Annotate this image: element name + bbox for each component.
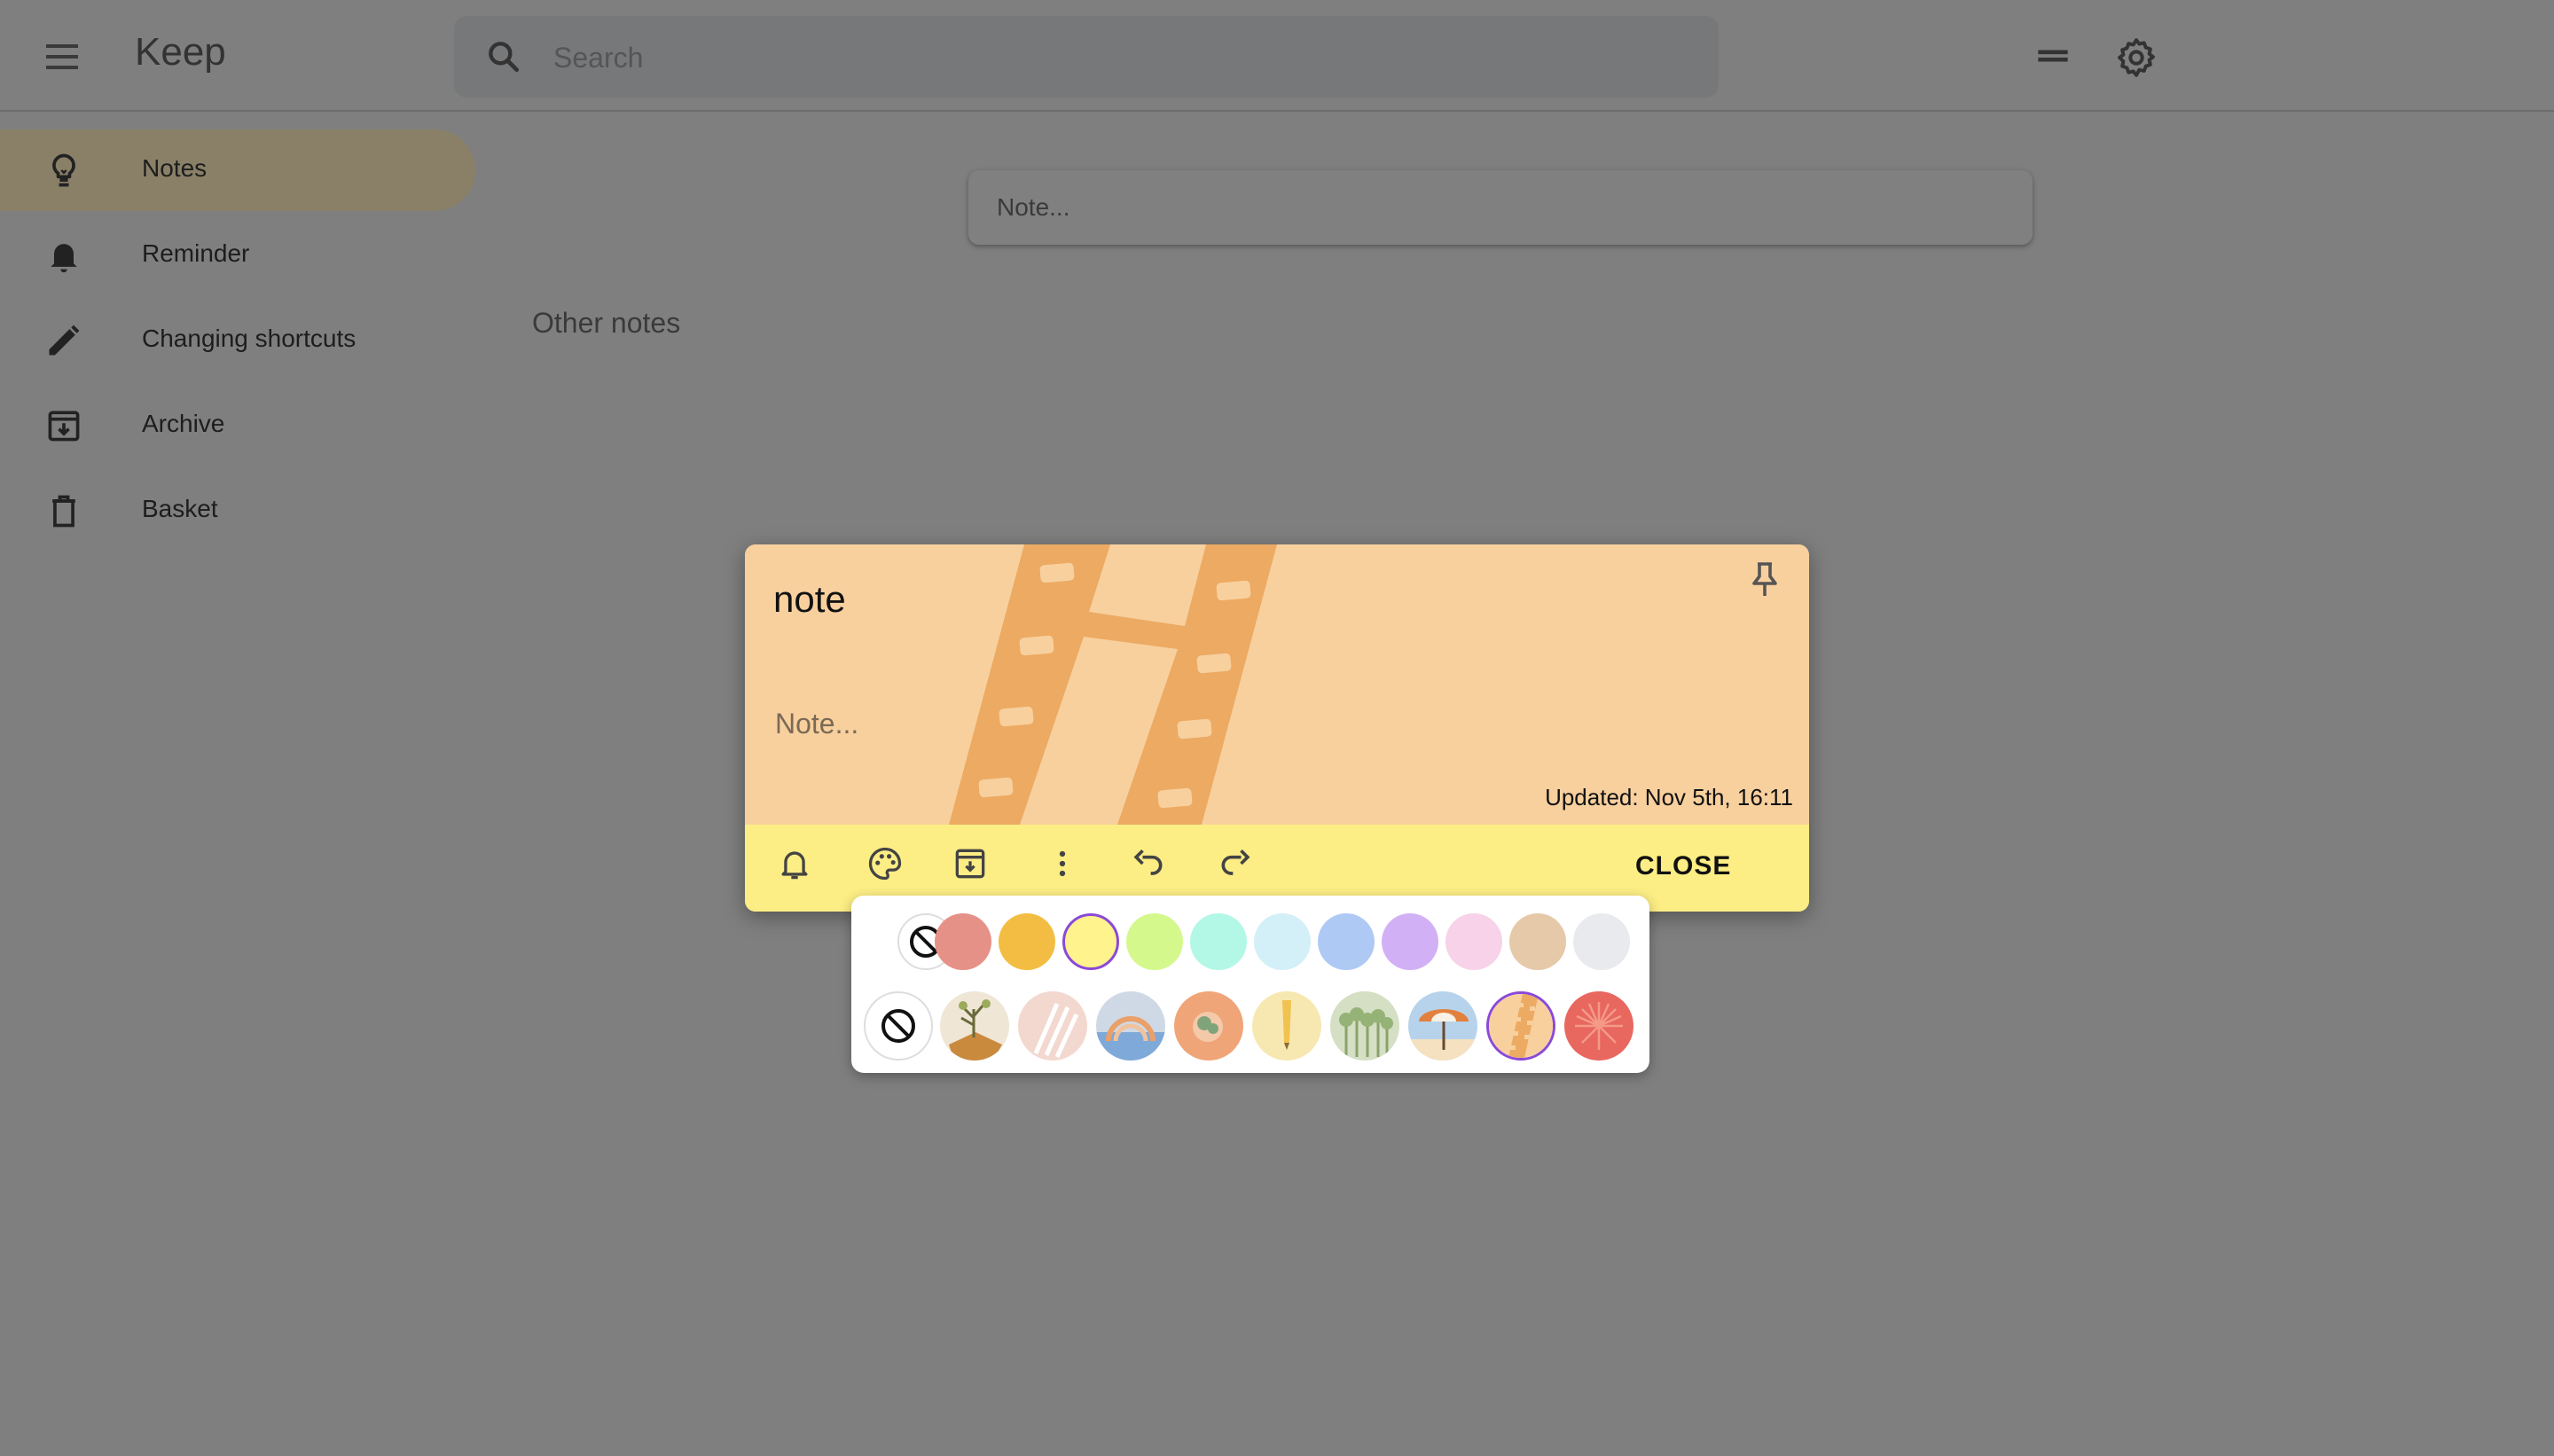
background-travel-swatch[interactable] [1408,991,1477,1061]
color-palette-popup [851,896,1649,1073]
color-teal-swatch[interactable] [1190,913,1247,970]
sidebar-item-notes[interactable]: Notes [0,129,475,211]
color-dark-blue-swatch[interactable] [1318,913,1375,970]
trash-icon [44,491,83,530]
sidebar-item-changing-shortcuts[interactable]: Changing shortcuts [0,300,475,381]
color-green-swatch[interactable] [1126,913,1183,970]
color-blue-swatch[interactable] [1254,913,1311,970]
list-view-icon[interactable] [2031,34,2075,78]
color-pink-swatch[interactable] [1445,913,1502,970]
top-app-bar: Keep [0,0,2554,112]
film-strip-background [745,544,1809,825]
archive-icon [44,406,83,445]
note-title[interactable]: note [773,578,846,621]
sidebar-item-basket[interactable]: Basket [0,470,475,552]
archive-icon[interactable] [951,844,990,883]
close-button[interactable]: CLOSE [1635,851,1731,881]
note-editor-dialog: note Note... Updated: Nov 5th, 16:11 CLO… [745,544,1809,912]
note-body-input[interactable]: Note... [775,708,858,740]
background-music-swatch[interactable] [1096,991,1165,1061]
take-note-placeholder: Note... [997,193,1070,221]
redo-icon[interactable] [1217,844,1256,883]
color-yellow-swatch[interactable] [1062,913,1119,970]
color-gray-swatch[interactable] [1573,913,1630,970]
app-title: Keep [135,30,226,74]
sidebar-item-label: Reminder [142,239,250,267]
sidebar-item-reminder[interactable]: Reminder [0,215,475,296]
search-input[interactable] [552,34,1690,82]
bell-icon[interactable] [775,844,814,883]
sidebar-item-archive[interactable]: Archive [0,385,475,466]
sidebar-item-label: Archive [142,410,225,437]
bell-icon [44,236,83,275]
color-red-swatch[interactable] [935,913,991,970]
menu-icon[interactable] [41,35,83,78]
background-video-swatch[interactable] [1486,991,1555,1061]
search-bar[interactable] [454,16,1719,98]
color-brown-swatch[interactable] [1509,913,1566,970]
pencil-icon [44,321,83,360]
background-places-swatch[interactable] [1330,991,1399,1061]
search-icon[interactable] [484,37,523,76]
background-celebration-swatch[interactable] [1564,991,1633,1061]
sidebar-item-label: Notes [142,154,208,182]
updated-timestamp: Updated: Nov 5th, 16:11 [1545,784,1793,810]
gear-icon[interactable] [2114,35,2158,80]
background-food-swatch[interactable] [1018,991,1087,1061]
palette-icon[interactable] [866,844,905,883]
more-vert-icon[interactable] [1043,844,1082,883]
undo-icon[interactable] [1128,844,1167,883]
background-recipes-swatch[interactable] [1174,991,1243,1061]
background-groceries-swatch[interactable] [940,991,1009,1061]
section-title: Other notes [532,307,681,339]
background-none-swatch[interactable] [864,991,933,1061]
color-purple-swatch[interactable] [1382,913,1438,970]
sidebar-item-label: Changing shortcuts [142,325,356,352]
background-notes-swatch[interactable] [1252,991,1321,1061]
color-orange-swatch[interactable] [999,913,1055,970]
sidebar-item-label: Basket [142,495,218,522]
take-note-input[interactable]: Note... [968,170,2033,245]
lightbulb-icon [44,151,83,190]
pin-icon[interactable] [1743,559,1786,601]
